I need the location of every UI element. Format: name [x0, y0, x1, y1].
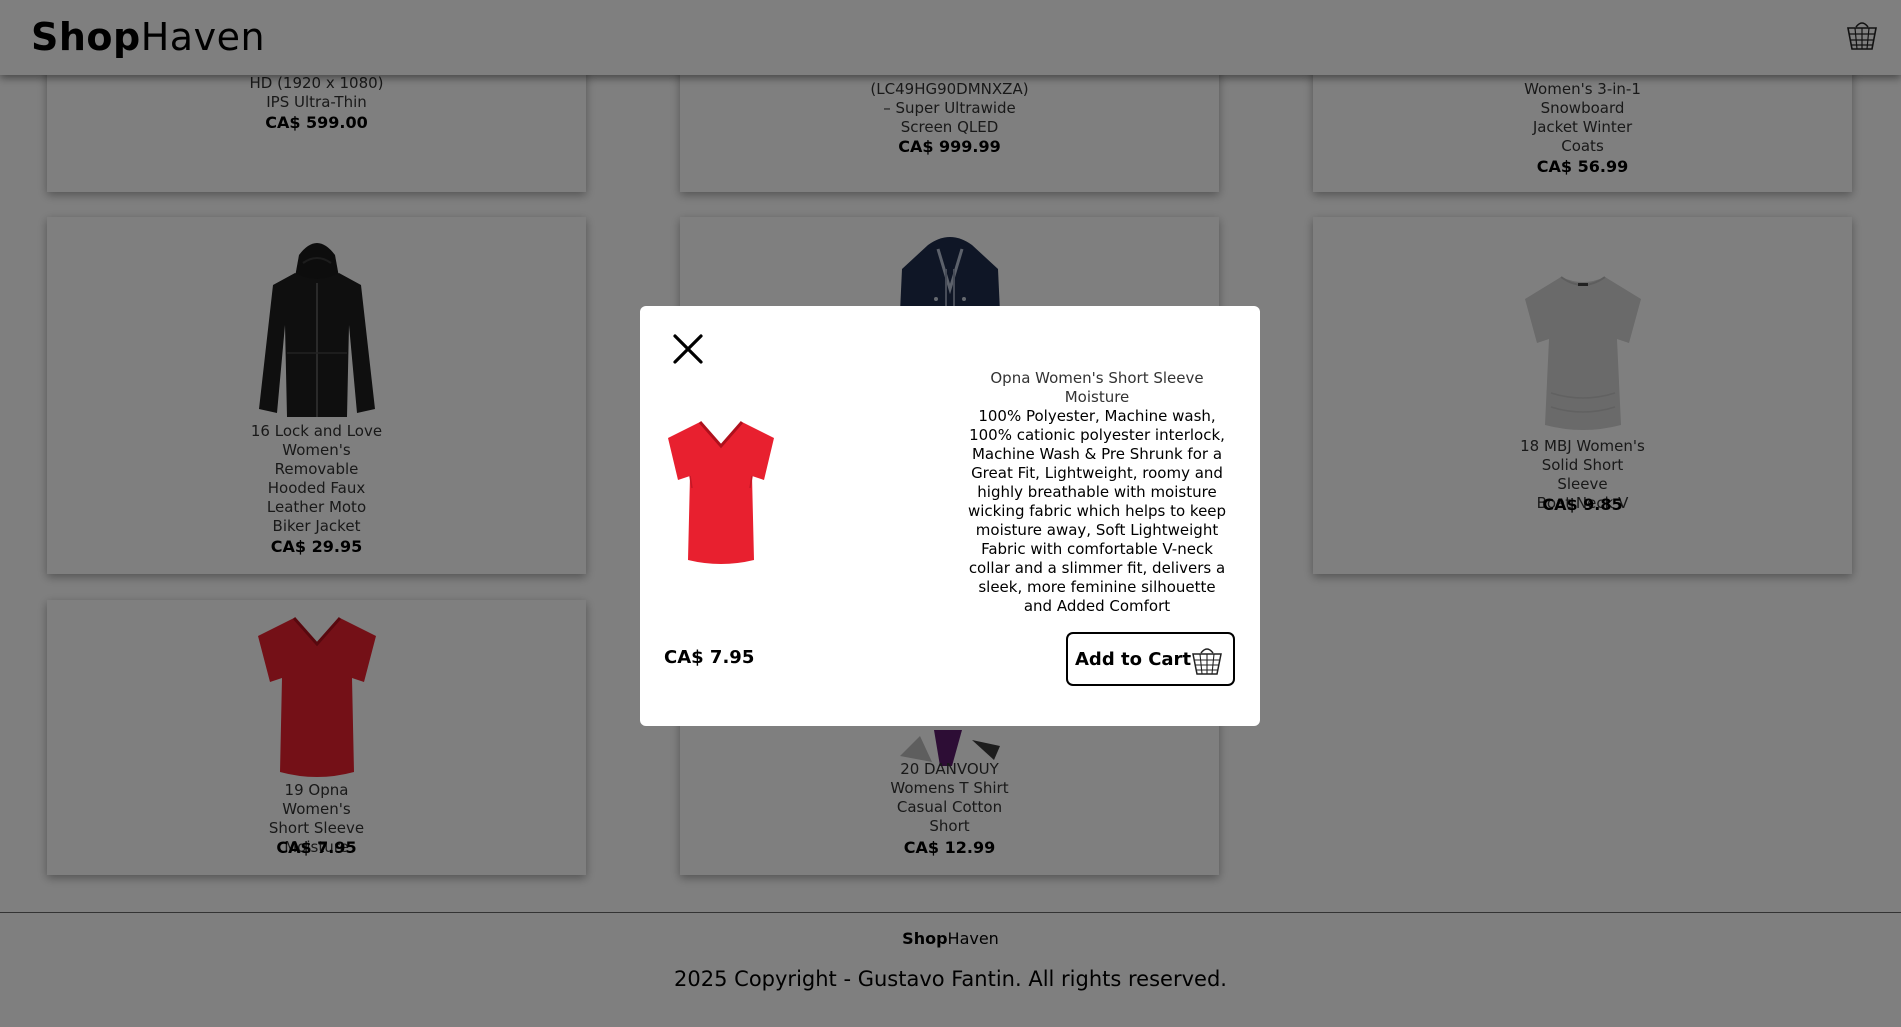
modal-product-price: CA$ 7.95: [664, 647, 755, 668]
close-icon[interactable]: [670, 331, 706, 367]
modal-product-description: 100% Polyester, Machine wash, 100% catio…: [967, 407, 1227, 615]
add-to-cart-button[interactable]: Add to Cart: [1066, 632, 1235, 686]
modal-product-image: [664, 418, 778, 566]
add-to-cart-label: Add to Cart: [1075, 648, 1192, 670]
basket-icon: [1191, 645, 1223, 675]
modal-product-title: Opna Women's Short Sleeve Moisture: [990, 369, 1204, 406]
modal-product-info: Opna Women's Short Sleeve Moisture 100% …: [965, 369, 1229, 616]
product-modal: Opna Women's Short Sleeve Moisture 100% …: [640, 306, 1260, 726]
